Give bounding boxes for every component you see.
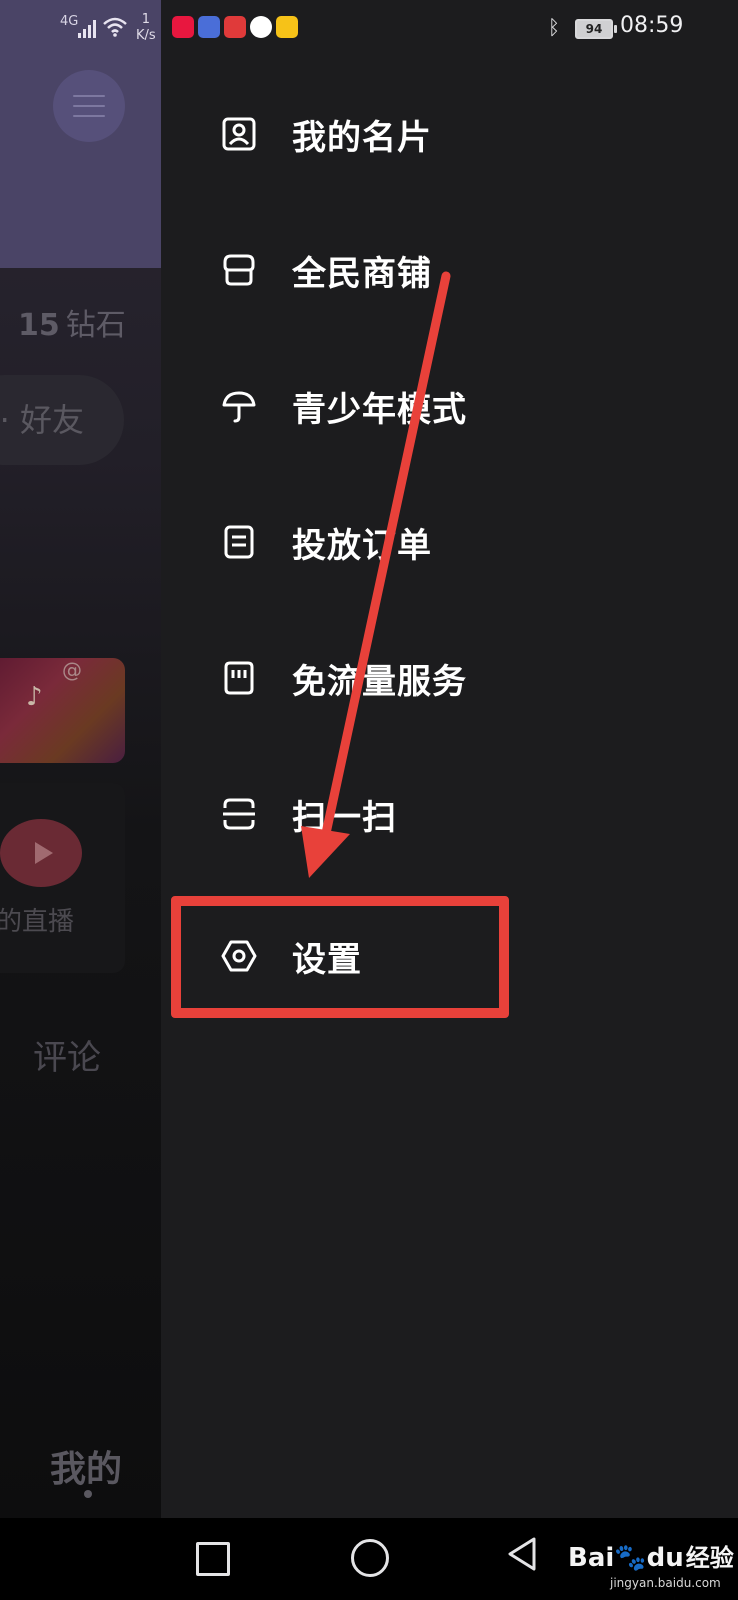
umbrella-icon [221, 388, 257, 424]
diamond-balance: 15 钻石 [18, 300, 126, 344]
drawer-item-business-card[interactable]: 我的名片 [221, 104, 432, 164]
hamburger-icon [73, 95, 105, 117]
drawer-item-label: 免流量服务 [292, 661, 467, 702]
at-icon: @ [62, 658, 82, 682]
my-live-card[interactable]: 我的直播 [0, 783, 125, 973]
drawer-item-label: 投放订单 [292, 525, 432, 566]
back-button[interactable] [506, 1536, 538, 1572]
watermark-url: jingyan.baidu.com [610, 1576, 721, 1590]
status-bar: 4G 1 K/s ᛒ 94 08:59 [0, 0, 738, 56]
drawer-item-shop[interactable]: 全民商铺 [221, 240, 432, 300]
paw-icon: 🐾 [614, 1543, 647, 1573]
battery-icon: 94 [575, 19, 617, 39]
drawer-item-label: 青少年模式 [292, 389, 467, 430]
bluetooth-icon: ᛒ [548, 15, 560, 39]
browser-app-icon [250, 16, 272, 38]
network-speed: 1 K/s [136, 12, 156, 44]
order-icon [221, 524, 257, 560]
drawer-item-free-data[interactable]: 免流量服务 [221, 648, 467, 708]
promo-banner[interactable]: ♪ @ [0, 658, 125, 763]
clock: 08:59 [620, 13, 684, 38]
signal-icon [78, 20, 96, 38]
drawer-item-teen-mode[interactable]: 青少年模式 [221, 376, 467, 436]
recents-button[interactable] [196, 1542, 230, 1576]
drawer-item-scan[interactable]: 扫一扫 [221, 784, 397, 844]
sim-card-icon [221, 660, 257, 696]
drawer-item-label: 扫一扫 [292, 797, 397, 838]
notification-app-icons [172, 16, 298, 38]
scan-icon [221, 796, 257, 832]
speed-unit: K/s [136, 28, 156, 43]
live-label: 我的直播 [0, 907, 75, 937]
wifi-icon [103, 17, 127, 37]
watermark-brand: Bai [568, 1543, 615, 1573]
drawer-item-label: 我的名片 [292, 117, 432, 158]
shop-icon [221, 252, 257, 288]
home-button[interactable] [351, 1539, 389, 1577]
play-icon [0, 819, 82, 887]
network-type: 4G [60, 14, 79, 29]
app-notification-icon [172, 16, 194, 38]
music-note-icon: ♪ [26, 682, 43, 712]
fifty-eight-app-icon [276, 16, 298, 38]
drawer-item-label: 全民商铺 [292, 253, 432, 294]
friend-label: · 好友 [0, 401, 84, 439]
system-nav-bar: Bai🐾du经验 jingyan.baidu.com [0, 1518, 738, 1600]
settings-highlight-box [171, 896, 509, 1018]
watermark-brand-suffix: du [646, 1543, 684, 1573]
menu-button[interactable] [53, 70, 125, 142]
speed-value: 1 [141, 12, 150, 27]
music-app-icon [198, 16, 220, 38]
comment-label: 评论 [33, 1038, 101, 1078]
drawer-item-orders[interactable]: 投放订单 [221, 512, 432, 572]
id-card-icon [221, 116, 257, 152]
tab-mine[interactable]: 我的 [50, 1440, 122, 1492]
watermark-cn: 经验 [685, 1544, 734, 1572]
diamond-label: 钻石 [65, 308, 126, 343]
add-friend-button[interactable]: · 好友 [0, 375, 124, 465]
side-drawer: 我的名片 全民商铺 青少年模式 投放订单 免流量服务 扫一扫 设置 [161, 0, 738, 1518]
active-tab-dot [84, 1490, 92, 1498]
diamond-count: 15 [18, 308, 60, 343]
background-profile-page: 15钻石 · 好友 ♪ @ 我的直播 评论 我的 [0, 0, 161, 1518]
baidu-watermark: Bai🐾du经验 [568, 1538, 734, 1573]
video-app-icon [224, 16, 246, 38]
